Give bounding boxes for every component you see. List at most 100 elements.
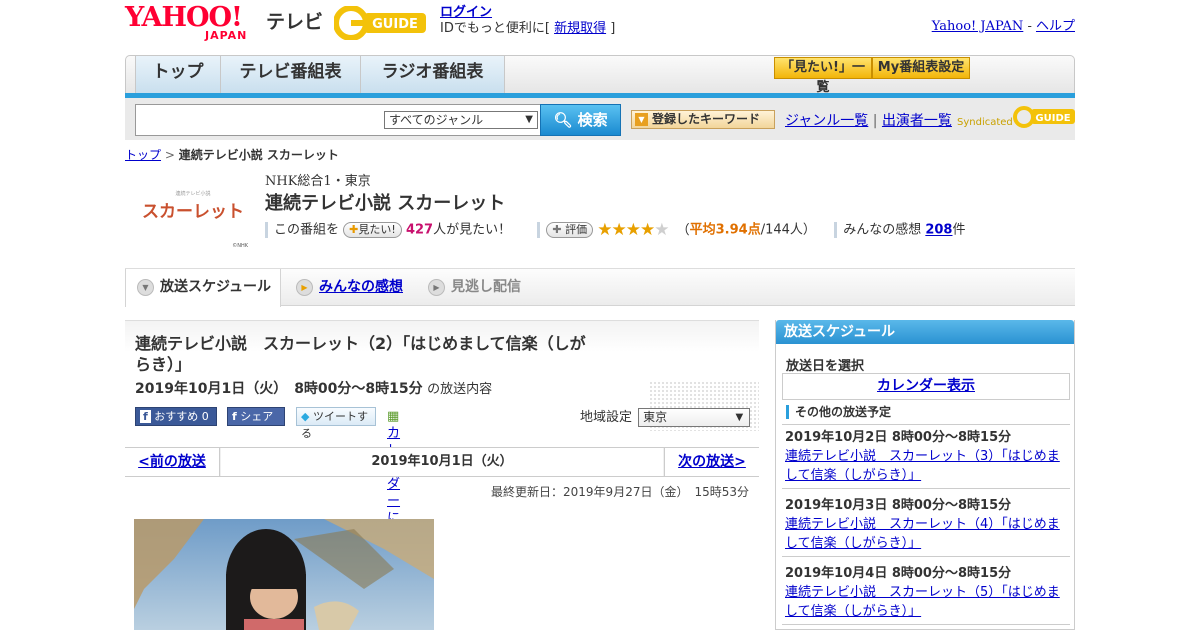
syndicated-gguide-logo: Syndicated GUIDE (957, 106, 1075, 128)
schedule-time: 2019年10月3日 8時00分～8時15分 (785, 498, 1012, 513)
kansou-prefix: みんなの感想 (843, 222, 922, 238)
genre-select[interactable]: すべてのジャンル ▼ (384, 111, 538, 129)
rating-average: 平均3.94点 (689, 222, 761, 238)
login-area: ログイン IDでもっと便利に[ 新規取得 ] (440, 5, 615, 37)
region-setting: 地域設定 東京 ▼ (580, 406, 751, 427)
dropdown-triangle-icon: ▼ (635, 113, 648, 126)
gguide-logo: GUIDE (334, 6, 426, 40)
facebook-share-label: シェア (240, 410, 274, 423)
search-button[interactable]: 🔍︎ 検索 (540, 104, 621, 136)
other-schedule-label: その他の放送予定 (786, 405, 891, 419)
svg-text:Syndicated: Syndicated (957, 117, 1013, 128)
link-separator: - (1023, 19, 1036, 34)
login-link[interactable]: ログイン (440, 5, 492, 20)
prev-broadcast-link[interactable]: <前の放送 (138, 454, 206, 470)
select-arrow-icon: ▼ (525, 114, 533, 125)
registered-keyword-button[interactable]: ▼ 登録したキーワード (631, 110, 775, 129)
search-button-label: 検索 (577, 111, 608, 129)
facebook-recommend-button[interactable]: f おすすめ 0 (135, 407, 217, 426)
mitai-list-button[interactable]: 「見たい!」一覧 (774, 57, 872, 95)
list-item: 2019年10月2日 8時00分～8時15分 連続テレビ小説 スカーレット（3）… (785, 428, 1067, 485)
mitai-suffix: 人が見たい！ (433, 222, 512, 238)
rating-button[interactable]: ✚ 評価 (546, 222, 594, 238)
performer-list-link[interactable]: 出演者一覧 (882, 113, 952, 129)
play-icon: ▶ (296, 279, 313, 296)
help-link[interactable]: ヘルプ (1036, 19, 1075, 34)
svg-text:GUIDE: GUIDE (1035, 113, 1070, 124)
select-date-label: 放送日を選択 (786, 359, 865, 374)
facebook-share-button[interactable]: f シェア (227, 407, 285, 426)
rating-paren: （ (676, 222, 690, 238)
nav-tab-top[interactable]: トップ (135, 56, 221, 93)
episode-title: 連続テレビ小説 スカーレット（2）「はじめまして信楽（しがらき）」 (135, 334, 586, 374)
tweet-button[interactable]: ◆ ツイートする (296, 407, 376, 440)
signup-link[interactable]: 新規取得 (554, 21, 606, 36)
divider (782, 488, 1070, 489)
episode-time-bold: 2019年10月1日（火） 8時00分～8時15分 (135, 381, 423, 397)
search-bar: すべてのジャンル ▼ 🔍︎ 検索 ▼ 登録したキーワード ジャンル一覧 | 出演… (125, 98, 1075, 140)
rating-stars: ★★★★★ (597, 220, 669, 240)
next-broadcast-link[interactable]: 次の放送> (678, 454, 746, 470)
list-item: 2019年10月3日 8時00分～8時15分 連続テレビ小説 スカーレット（4）… (785, 496, 1067, 553)
program-title: 連続テレビ小説 スカーレット (265, 193, 506, 214)
chevron-down-icon: ▼ (137, 279, 154, 296)
program-thumbnail[interactable]: 連続テレビ小説 スカーレット ©NHK (135, 180, 251, 250)
mitai-button[interactable]: ✚見たい! (343, 222, 402, 238)
login-suffix: ] (610, 21, 616, 36)
breadcrumb-current: 連続テレビ小説 スカーレット (178, 148, 339, 162)
select-arrow-icon: ▼ (735, 412, 744, 423)
schedule-title-link[interactable]: 連続テレビ小説 スカーレット（5）「はじめまして信楽（しがらき）」 (785, 585, 1060, 619)
svg-text:スカーレット: スカーレット (142, 202, 244, 222)
stat-divider (537, 222, 541, 238)
schedule-time: 2019年10月2日 8時00分～8時15分 (785, 430, 1012, 445)
divider (782, 424, 1070, 425)
header: YAHOO! JAPAN テレビ GUIDE ログイン IDでもっと便利に[ 新… (125, 0, 1075, 50)
plus-icon: ✚ (552, 223, 562, 236)
mitai-button-label: 見たい! (358, 223, 396, 236)
search-links: ジャンル一覧 | 出演者一覧 (785, 110, 952, 130)
twitter-bird-icon: ◆ (301, 410, 310, 423)
region-select[interactable]: 東京 ▼ (638, 408, 751, 427)
program-channel: NHK総合1・東京 (265, 174, 371, 189)
calendar-display-button[interactable]: カレンダー表示 (782, 373, 1070, 400)
tab-schedule[interactable]: ▼ 放送スケジュール (125, 269, 281, 307)
tab-kansou[interactable]: ▶ みんなの感想 (285, 269, 403, 306)
region-label: 地域設定 (580, 410, 633, 425)
calendar-register[interactable]: ▦カレンダーに登録 (387, 408, 400, 560)
facebook-icon: f (232, 410, 237, 423)
tweet-label: ツイートする (301, 410, 368, 440)
login-prefix: IDでもっと便利に[ (440, 21, 550, 36)
mitai-count: 427 (405, 222, 434, 238)
sidebar-header: 放送スケジュール (776, 320, 1074, 344)
yahoo-japan-logo[interactable]: YAHOO! JAPAN (125, 4, 246, 42)
genre-list-link[interactable]: ジャンル一覧 (785, 113, 868, 129)
search-icon: 🔍︎ (553, 111, 573, 129)
yahoo-logo-sub: JAPAN (205, 29, 248, 42)
schedule-title-link[interactable]: 連続テレビ小説 スカーレット（4）「はじめまして信楽（しがらき）」 (785, 517, 1060, 551)
facebook-recommend-label: おすすめ 0 (154, 410, 209, 423)
global-nav: トップ テレビ番組表 ラジオ番組表 「見たい!」一覧 My番組表設定 (125, 55, 1075, 98)
yahoo-japan-link[interactable]: Yahoo! JAPAN (932, 19, 1024, 34)
main-content: 連続テレビ小説 スカーレット（2）「はじめまして信楽（しがらき）」 2019年1… (125, 320, 759, 630)
next-broadcast-cell: 次の放送> (664, 448, 759, 476)
play-icon: ▶ (428, 279, 445, 296)
tab-schedule-label: 放送スケジュール (160, 279, 272, 295)
mitai-prefix: この番組を (274, 222, 340, 238)
last-updated: 最終更新日：2019年9月27日（金） 15時53分 (491, 485, 749, 499)
svg-text:連続テレビ小説: 連続テレビ小説 (175, 190, 210, 197)
divider (782, 624, 1070, 625)
svg-text:GUIDE: GUIDE (372, 17, 418, 32)
tv-logo-text[interactable]: テレビ (266, 7, 323, 34)
divider (782, 556, 1070, 557)
kansou-count-link[interactable]: 208 (925, 223, 952, 238)
breadcrumb-top-link[interactable]: トップ (125, 148, 161, 162)
breadcrumb: トップ > 連続テレビ小説 スカーレット (125, 146, 339, 163)
rating-count: /144人） (760, 222, 816, 238)
nav-tab-radio-guide[interactable]: ラジオ番組表 (361, 56, 505, 93)
program-stats: この番組を ✚見たい! 427人が見たい！ ✚ 評価 ★★★★★ （平均3.94… (265, 220, 1075, 240)
my-guide-settings-button[interactable]: My番組表設定 (872, 57, 970, 79)
tab-minogashi-label: 見逃し配信 (451, 279, 521, 295)
nav-tab-tv-guide[interactable]: テレビ番組表 (221, 56, 361, 93)
episode-box: 連続テレビ小説 スカーレット（2）「はじめまして信楽（しがらき）」 2019年1… (125, 320, 759, 560)
schedule-title-link[interactable]: 連続テレビ小説 スカーレット（3）「はじめまして信楽（しがらき）」 (785, 449, 1060, 483)
